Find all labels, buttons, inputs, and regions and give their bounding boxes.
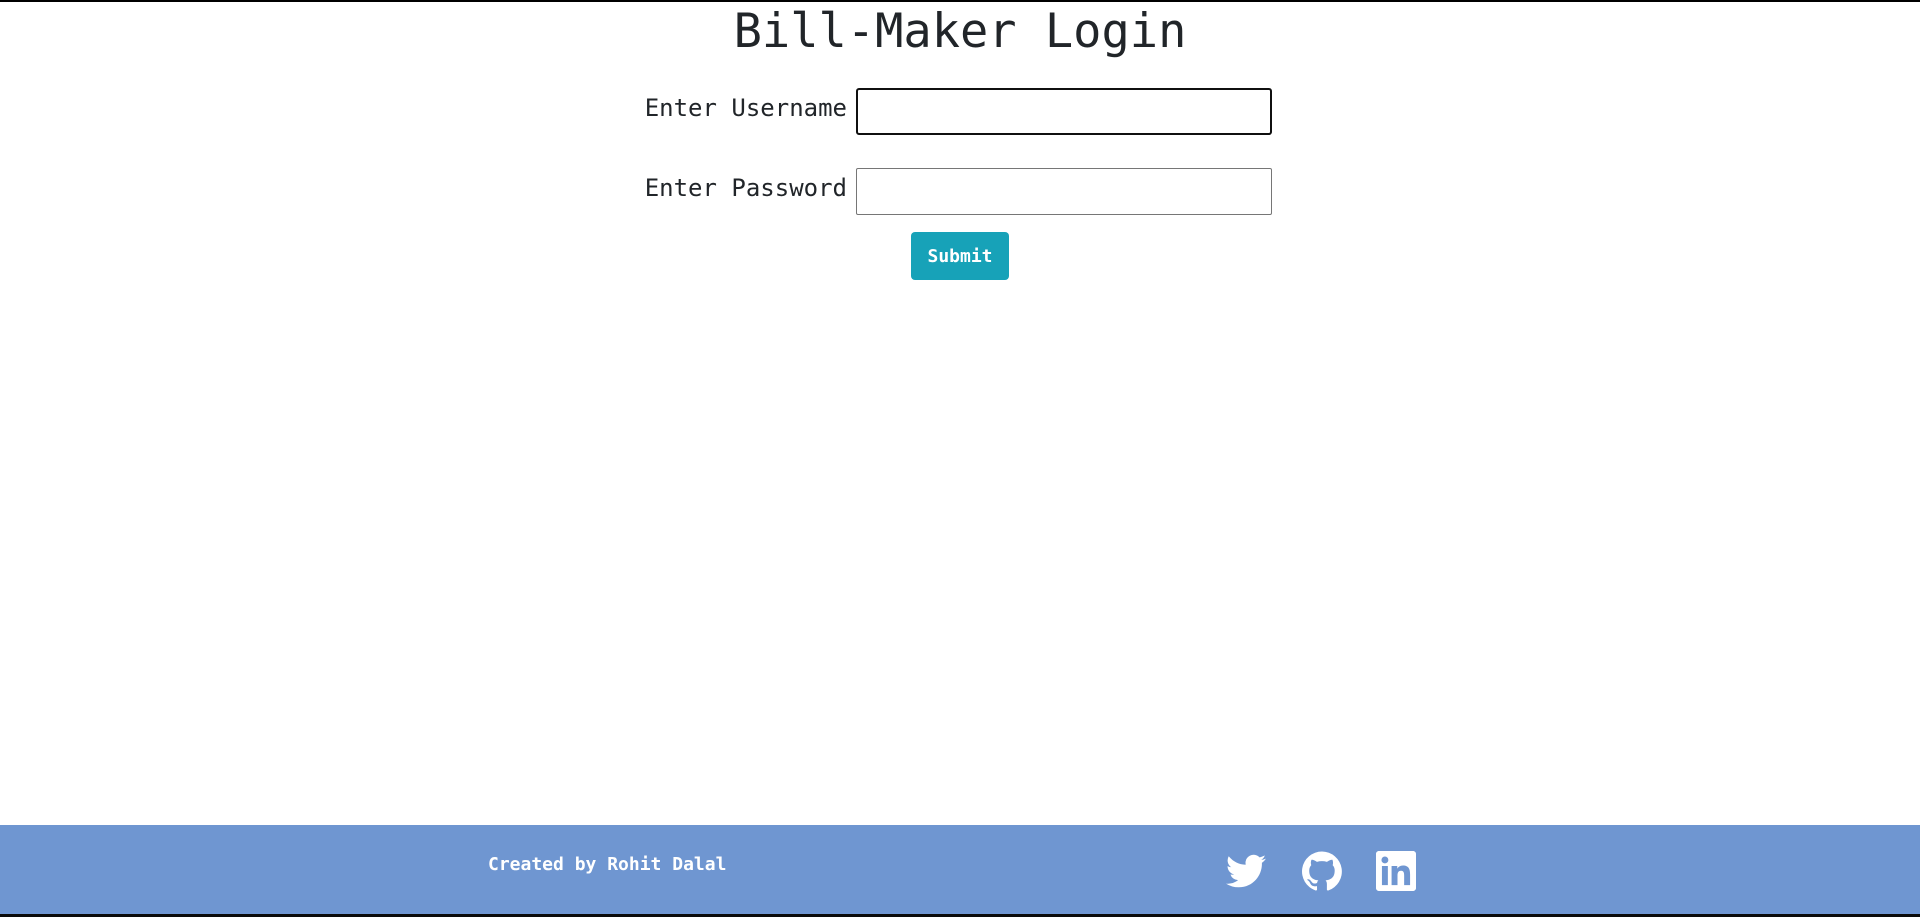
password-label: Enter Password bbox=[644, 174, 847, 202]
twitter-link[interactable] bbox=[1226, 851, 1266, 891]
github-icon bbox=[1302, 851, 1342, 891]
top-border bbox=[0, 0, 1920, 2]
page-title: Bill-Maker Login bbox=[733, 4, 1187, 59]
username-label: Enter Username bbox=[644, 94, 847, 122]
username-input[interactable] bbox=[856, 88, 1272, 135]
linkedin-link[interactable] bbox=[1376, 851, 1416, 891]
github-link[interactable] bbox=[1302, 851, 1342, 891]
footer: Created by Rohit Dalal bbox=[0, 825, 1920, 914]
twitter-icon bbox=[1226, 854, 1266, 888]
submit-button[interactable]: Submit bbox=[911, 232, 1009, 280]
password-input[interactable] bbox=[856, 168, 1272, 215]
footer-credit: Created by Rohit Dalal bbox=[488, 854, 727, 875]
linkedin-icon bbox=[1376, 851, 1416, 891]
